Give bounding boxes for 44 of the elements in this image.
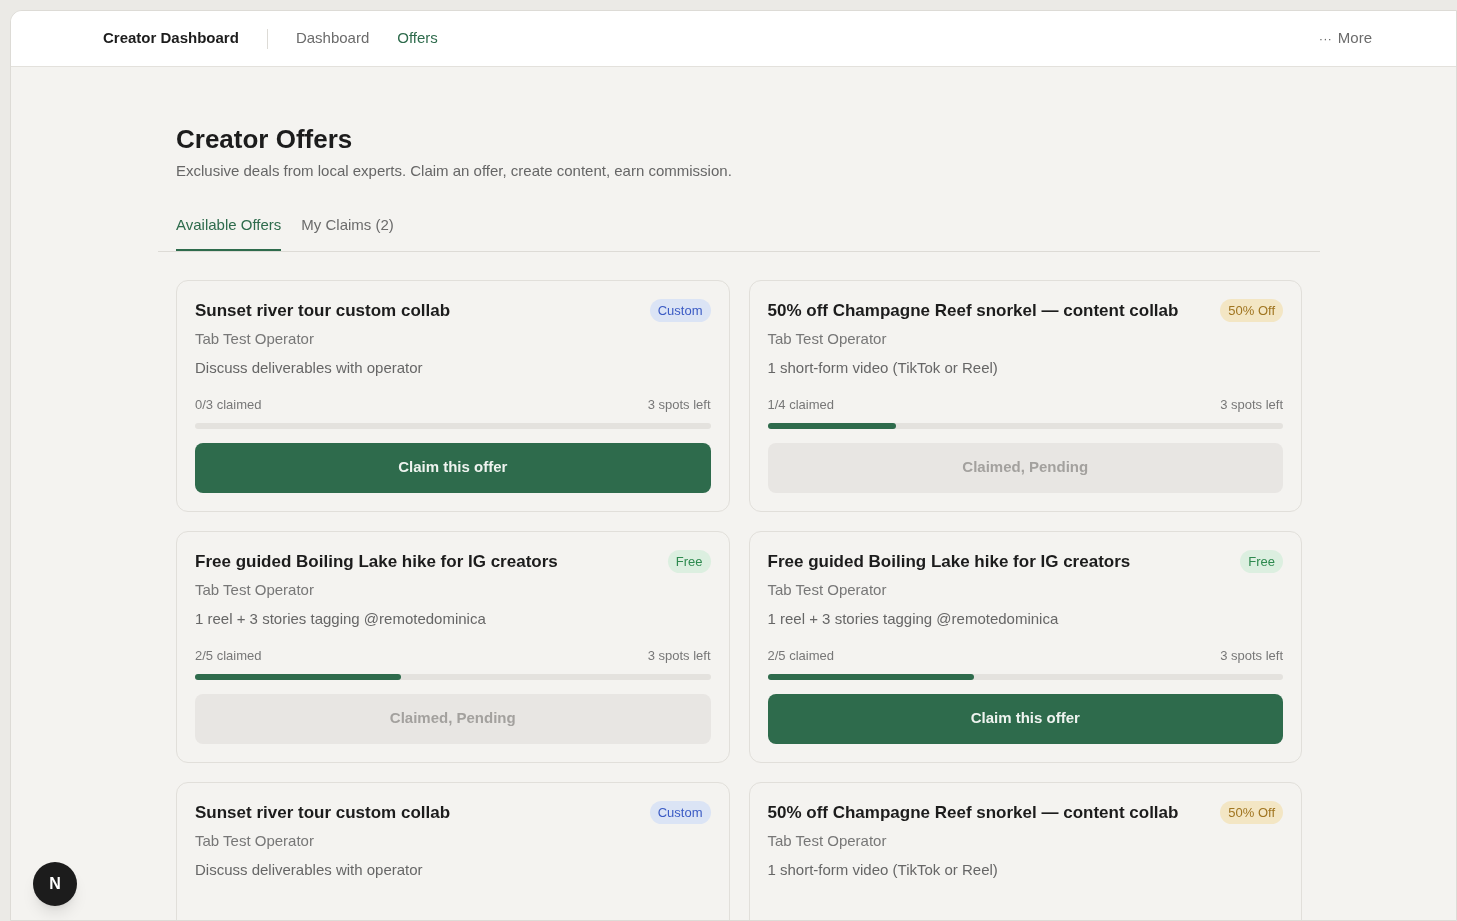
- operator-name: Tab Test Operator: [195, 831, 315, 851]
- claim-button[interactable]: Claim this offer: [195, 442, 711, 493]
- page-subtitle: Exclusive deals from local experts. Claim an offer, create content, earn commission.: [176, 160, 733, 181]
- claim-button[interactable]: Claim this offer: [767, 693, 1283, 744]
- deliverable-text: 1 short-form video (TikTok or Reel): [767, 357, 999, 378]
- tab[interactable]: Available Offers: [176, 214, 282, 251]
- floating-button[interactable]: N: [33, 862, 77, 906]
- more-icon: ···: [1318, 28, 1332, 49]
- operator-name: Tab Test Operator: [195, 580, 315, 600]
- page-title: Creator Offers: [176, 123, 354, 156]
- offer-badge: Free: [1240, 549, 1283, 573]
- spots-left: 3 spots left: [647, 396, 711, 414]
- claimed-count: 2/5 claimed: [767, 647, 834, 665]
- operator-name: Tab Test Operator: [767, 831, 888, 851]
- offer-badge: Custom: [649, 298, 711, 322]
- claimed-count: 0/3 claimed: [195, 396, 262, 414]
- tab[interactable]: My Claims (2): [301, 214, 394, 251]
- offer-title: Free guided Boiling Lake hike for IG creators: [767, 550, 1132, 573]
- deliverable-text: 1 reel + 3 stories tagging @remotedominica: [767, 608, 1060, 629]
- spots-left: 3 spots left: [647, 647, 711, 665]
- more-button[interactable]: ··· More: [1318, 27, 1372, 50]
- nav-link[interactable]: Dashboard: [295, 27, 370, 50]
- claimed-count: 1/4 claimed: [767, 396, 834, 414]
- offer-title: Sunset river tour custom collab: [195, 299, 452, 322]
- nav-link[interactable]: Offers: [397, 27, 438, 50]
- spots-left: 3 spots left: [1220, 396, 1283, 414]
- claimed-count: 2/5 claimed: [195, 647, 262, 665]
- deliverable-text: Discuss deliverables with operator: [195, 859, 424, 880]
- app-title: Creator Dashboard: [103, 28, 239, 49]
- offer-title: Free guided Boiling Lake hike for IG creators: [195, 550, 559, 573]
- offer-title: 50% off Champagne Reef snorkel — content collab: [767, 299, 1180, 322]
- operator-name: Tab Test Operator: [767, 329, 888, 349]
- spots-left: 3 spots left: [1220, 647, 1283, 665]
- deliverable-text: 1 short-form video (TikTok or Reel): [767, 859, 999, 880]
- operator-name: Tab Test Operator: [767, 580, 888, 600]
- offer-title: Sunset river tour custom collab: [195, 801, 452, 824]
- offer-badge: 50% Off: [1220, 298, 1283, 322]
- offer-badge: Custom: [649, 800, 711, 824]
- offer-title: 50% off Champagne Reef snorkel — content collab: [767, 801, 1180, 824]
- deliverable-text: 1 reel + 3 stories tagging @remotedominica: [195, 608, 487, 629]
- deliverable-text: Discuss deliverables with operator: [195, 357, 424, 378]
- operator-name: Tab Test Operator: [195, 329, 315, 349]
- offer-badge: 50% Off: [1220, 800, 1283, 824]
- offer-badge: Free: [667, 549, 711, 573]
